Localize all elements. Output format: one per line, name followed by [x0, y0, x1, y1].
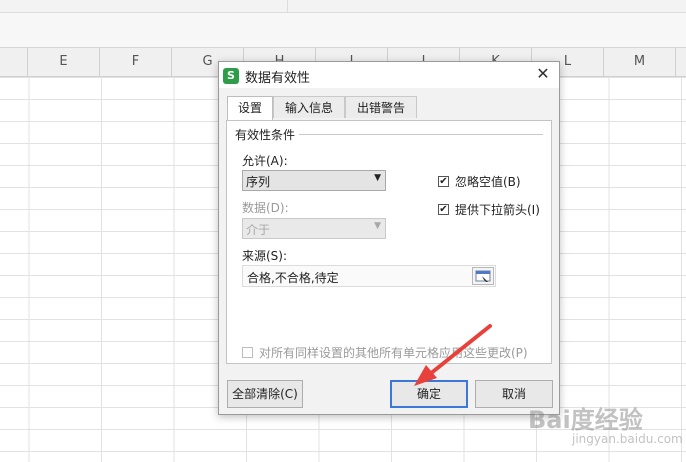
watermark: Bai度经验 jingyan.baidu.com [528, 398, 683, 458]
annotation-arrow-head [414, 365, 437, 386]
annotation-arrow [414, 324, 492, 386]
annotation-arrow-shaft [428, 324, 492, 376]
watermark-sub: jingyan.baidu.com [572, 432, 683, 446]
watermark-main: Bai度经验 [528, 406, 643, 434]
